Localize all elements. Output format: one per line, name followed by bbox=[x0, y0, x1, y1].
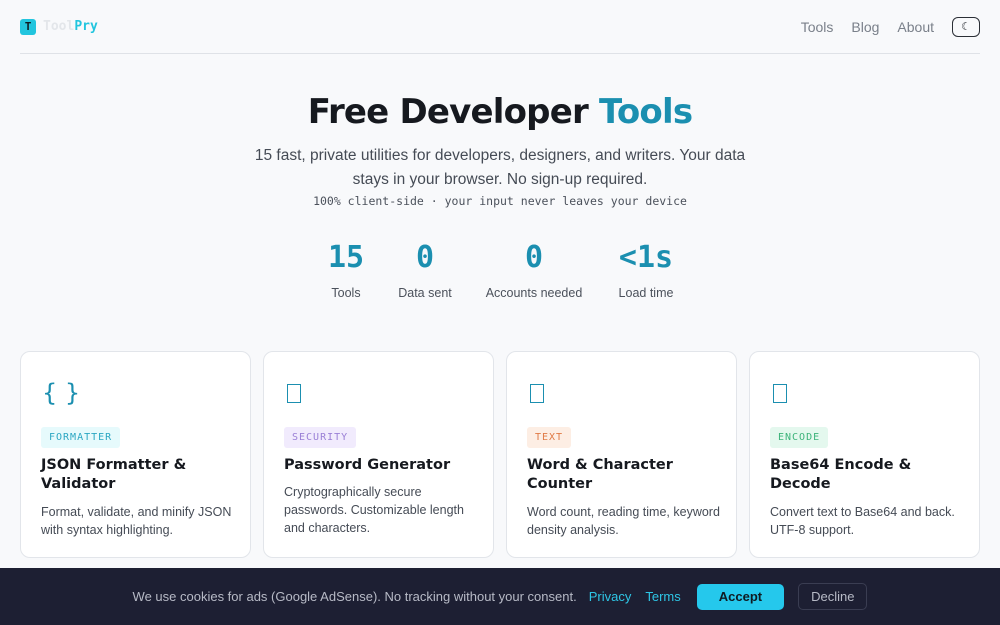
theme-toggle-button[interactable]: ☾ bbox=[952, 16, 980, 37]
nav-tools-link[interactable]: Tools bbox=[801, 19, 834, 35]
tool-card-base64[interactable]: ENCODE Base64 Encode & Decode Convert te… bbox=[749, 351, 980, 558]
card-description: Word count, reading time, keyword densit… bbox=[527, 505, 720, 537]
stat-label: Data sent bbox=[398, 286, 452, 300]
logo-icon: T bbox=[20, 18, 36, 35]
category-badge: ENCODE bbox=[770, 427, 829, 448]
tool-card-password-generator[interactable]: SECURITY Password Generator Cryptographi… bbox=[263, 351, 494, 558]
category-badge: SECURITY bbox=[284, 427, 357, 448]
box-icon bbox=[773, 384, 787, 403]
card-description: Format, validate, and minify JSON with s… bbox=[41, 505, 232, 537]
category-badge: TEXT bbox=[527, 427, 572, 448]
stat-data-sent: 0 Data sent bbox=[389, 240, 461, 300]
title-accent: Tools bbox=[599, 92, 693, 132]
card-title: JSON Formatter & Validator bbox=[41, 457, 187, 492]
site-header: T ToolPry Tools Blog About ☾ bbox=[20, 0, 980, 54]
tool-card-json-formatter[interactable]: { } FORMATTER JSON Formatter & Validator… bbox=[20, 351, 251, 558]
card-title: Word & Character Counter bbox=[527, 457, 673, 492]
stat-value: 0 bbox=[524, 240, 544, 275]
cookie-banner: We use cookies for ads (Google AdSense).… bbox=[0, 568, 1000, 625]
cookie-text: We use cookies for ads (Google AdSense).… bbox=[132, 589, 577, 604]
braces-icon: { } bbox=[42, 379, 81, 407]
stat-value: 0 bbox=[415, 240, 435, 275]
decline-cookies-button[interactable]: Decline bbox=[798, 583, 868, 610]
brand-name: ToolPry bbox=[43, 19, 98, 34]
stat-label: Tools bbox=[331, 286, 361, 300]
page-title: Free Developer Tools bbox=[0, 92, 1000, 132]
nav-about-link[interactable]: About bbox=[897, 19, 934, 35]
box-icon bbox=[287, 384, 301, 403]
main-nav: Tools Blog About ☾ bbox=[801, 16, 980, 37]
stat-value: <1s bbox=[618, 240, 674, 275]
card-description: Convert text to Base64 and back. UTF-8 s… bbox=[770, 505, 955, 537]
category-badge: FORMATTER bbox=[41, 427, 121, 448]
stat-label: Accounts needed bbox=[485, 286, 583, 300]
privacy-link[interactable]: Privacy bbox=[589, 589, 632, 604]
hero-note: 100% client-side · your input never leav… bbox=[313, 194, 687, 208]
stat-load-time: <1s Load time bbox=[608, 240, 684, 300]
accept-cookies-button[interactable]: Accept bbox=[696, 583, 785, 610]
hero-subtitle: 15 fast, private utilities for developer… bbox=[254, 147, 746, 188]
moon-icon: ☾ bbox=[961, 20, 971, 33]
card-title: Base64 Encode & Decode bbox=[770, 457, 912, 492]
card-description: Cryptographically secure passwords. Cust… bbox=[284, 485, 464, 535]
stat-accounts-needed: 0 Accounts needed bbox=[477, 240, 591, 300]
title-main: Free Developer bbox=[307, 92, 589, 132]
nav-blog-link[interactable]: Blog bbox=[851, 19, 879, 35]
stat-value: 15 bbox=[327, 240, 365, 275]
stat-label: Load time bbox=[618, 286, 674, 300]
tool-card-word-counter[interactable]: TEXT Word & Character Counter Word count… bbox=[506, 351, 737, 558]
brand-logo-link[interactable]: T ToolPry bbox=[20, 18, 98, 35]
box-icon bbox=[530, 384, 544, 403]
terms-link[interactable]: Terms bbox=[645, 589, 680, 604]
stat-tools: 15 Tools bbox=[316, 240, 376, 300]
card-title: Password Generator bbox=[284, 457, 451, 473]
